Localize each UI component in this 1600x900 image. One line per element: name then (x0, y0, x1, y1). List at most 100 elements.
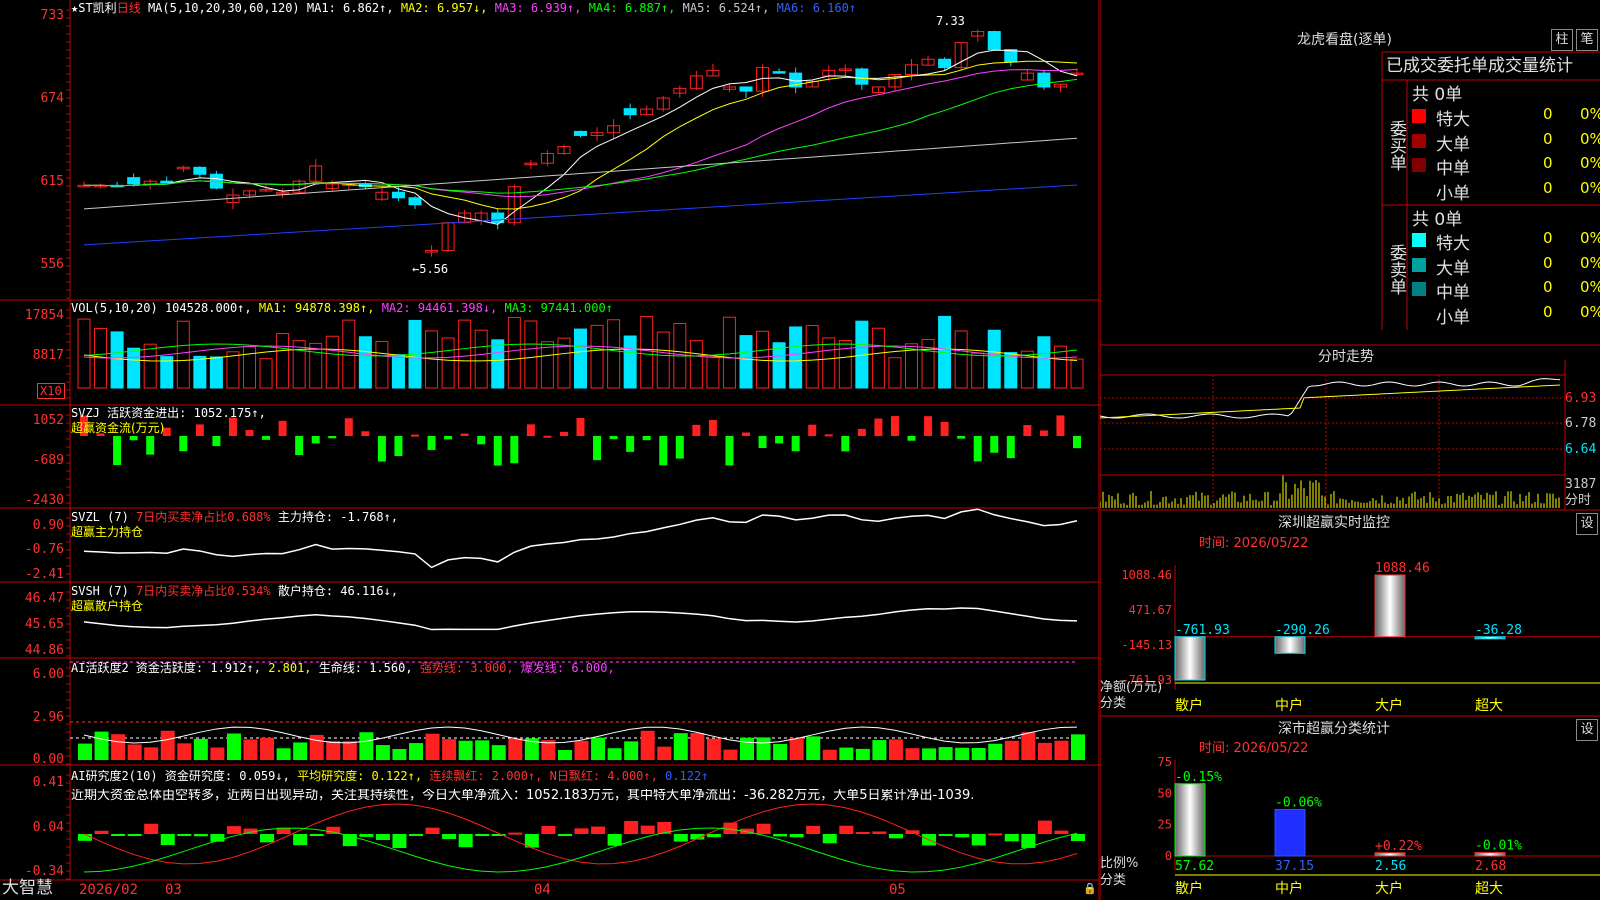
svzl-subtitle: 超赢主力持仓 (71, 525, 144, 539)
volume-bar (193, 355, 207, 389)
ai-research-ytick: 0.41 (32, 775, 64, 790)
color-swatch (1412, 133, 1426, 148)
volume-bar (656, 331, 670, 389)
flow-bar (609, 436, 618, 440)
flow-bar (1073, 436, 1081, 449)
bar-mode-button[interactable]: 柱 (1551, 29, 1573, 51)
sz-monitor-title: 深圳超赢实时监控 (1278, 515, 1390, 531)
order-count: 0 (1543, 302, 1553, 321)
candle (127, 177, 141, 185)
volume-bar (607, 319, 621, 389)
flow-bar (841, 436, 850, 452)
ai-research-a: 资金研究度: 0.059↓, (164, 769, 290, 783)
research-bar (971, 834, 986, 846)
kline-ytick: 615 (40, 174, 64, 189)
activity-bar (144, 747, 159, 760)
volume-bar (209, 356, 223, 389)
ai-research-d: N日飘红: 4.000↑, (549, 769, 658, 783)
sz-monitor-settings-button[interactable]: 设 (1576, 513, 1598, 535)
candle (938, 58, 952, 69)
volume-bar (441, 337, 455, 389)
ma3-value: MA3: 6.939↑, (494, 1, 582, 15)
kline-ytick: 556 (40, 257, 64, 272)
tick-mode-button[interactable]: 笔 (1576, 29, 1598, 51)
activity-bar (624, 741, 639, 760)
research-bar (806, 825, 821, 834)
flow-bar (278, 420, 287, 436)
flow-bar (328, 436, 337, 439)
ma-params: MA(5,10,20,30,60,120) (147, 1, 300, 15)
class-xlabel: 散户 (1175, 880, 1203, 897)
svzj-value: 活跃资金进出: 1052.175↑, (107, 406, 266, 420)
flow-bar (460, 433, 469, 436)
svzj-ytick: -689 (32, 453, 64, 468)
activity-bar (243, 739, 258, 760)
volume-bar (342, 319, 356, 389)
class-bar-change: -0.06% (1275, 795, 1322, 810)
candle (623, 108, 637, 116)
order-percent: 0% (1580, 302, 1600, 321)
monitor-bar-value: -761.93 (1175, 623, 1230, 638)
ai-active-ytick: 6.00 (32, 667, 64, 682)
flow-bar (1056, 415, 1065, 436)
vol-ytick: 8817 (32, 348, 64, 363)
activity-bar (839, 747, 854, 760)
activity-bar (276, 748, 291, 760)
research-bar (160, 834, 175, 846)
monitor-ytick: -145.13 (1121, 638, 1172, 652)
candle (1037, 72, 1051, 88)
flow-bar (295, 436, 304, 456)
research-bar (938, 834, 953, 836)
class-ytick: 0 (1165, 849, 1172, 863)
ma4-value: MA4: 6.887↑, (588, 1, 676, 15)
volume-bar (375, 340, 389, 389)
ma1-value: MA1: 6.862↑, (306, 1, 394, 15)
volume-unit-badge: X10 (37, 383, 65, 399)
intraday-price: 6.64 (1565, 442, 1597, 457)
order-count: 0 (1543, 154, 1553, 172)
ai-research-header: AI研究度2(10) 资金研究度: 0.059↓, 平均研究度: 0.122↑,… (71, 769, 708, 783)
activity-bar (806, 736, 821, 760)
volume-bar (789, 326, 803, 389)
volume-header: VOL(5,10,20) 104528.000↑, MA1: 94878.398… (71, 301, 613, 315)
activity-bar (78, 743, 92, 760)
svzj-ytick: 1052 (32, 413, 64, 428)
research-bar (442, 834, 457, 840)
ai-active-e: 爆发线: 6.000, (520, 661, 615, 675)
activity-bar (127, 744, 142, 760)
order-row-sell: 小单 0 0% (1410, 302, 1600, 328)
main-chart-area[interactable] (0, 0, 1100, 900)
activity-bar (1004, 740, 1019, 760)
brand-label[interactable]: 大智慧 (2, 880, 53, 897)
activity-bar (491, 745, 506, 760)
flow-bar (593, 436, 602, 461)
flow-bar (146, 436, 155, 455)
activity-bar (872, 740, 887, 760)
candle (193, 166, 207, 175)
activity-bar (740, 737, 754, 760)
class-bar (1174, 783, 1206, 857)
volume-bar (507, 316, 521, 389)
order-stats-title[interactable]: 已成交委托单成交量统计 (1386, 56, 1600, 76)
activity-bar (756, 737, 771, 760)
flow-bar (1006, 436, 1015, 459)
lock-icon[interactable]: 🔒 (1083, 882, 1097, 896)
volume-bar (739, 335, 753, 389)
period-label[interactable]: 日线 (117, 1, 141, 15)
flow-bar (394, 436, 403, 457)
stock-name[interactable]: ★ST凯利 (71, 1, 117, 15)
class-bar-change: +0.22% (1375, 839, 1422, 854)
research-bar (988, 833, 1003, 836)
activity-bar (392, 748, 407, 760)
research-bar (822, 834, 837, 844)
sz-class-settings-button[interactable]: 设 (1576, 719, 1598, 741)
research-bar (557, 834, 572, 836)
activity-bar (409, 743, 423, 760)
research-bar (425, 827, 440, 834)
volume-bar (176, 320, 190, 389)
research-bar (458, 834, 473, 848)
candle (855, 68, 869, 85)
research-bar (1071, 834, 1085, 842)
research-bar (409, 834, 423, 836)
activity-bar (111, 734, 126, 760)
